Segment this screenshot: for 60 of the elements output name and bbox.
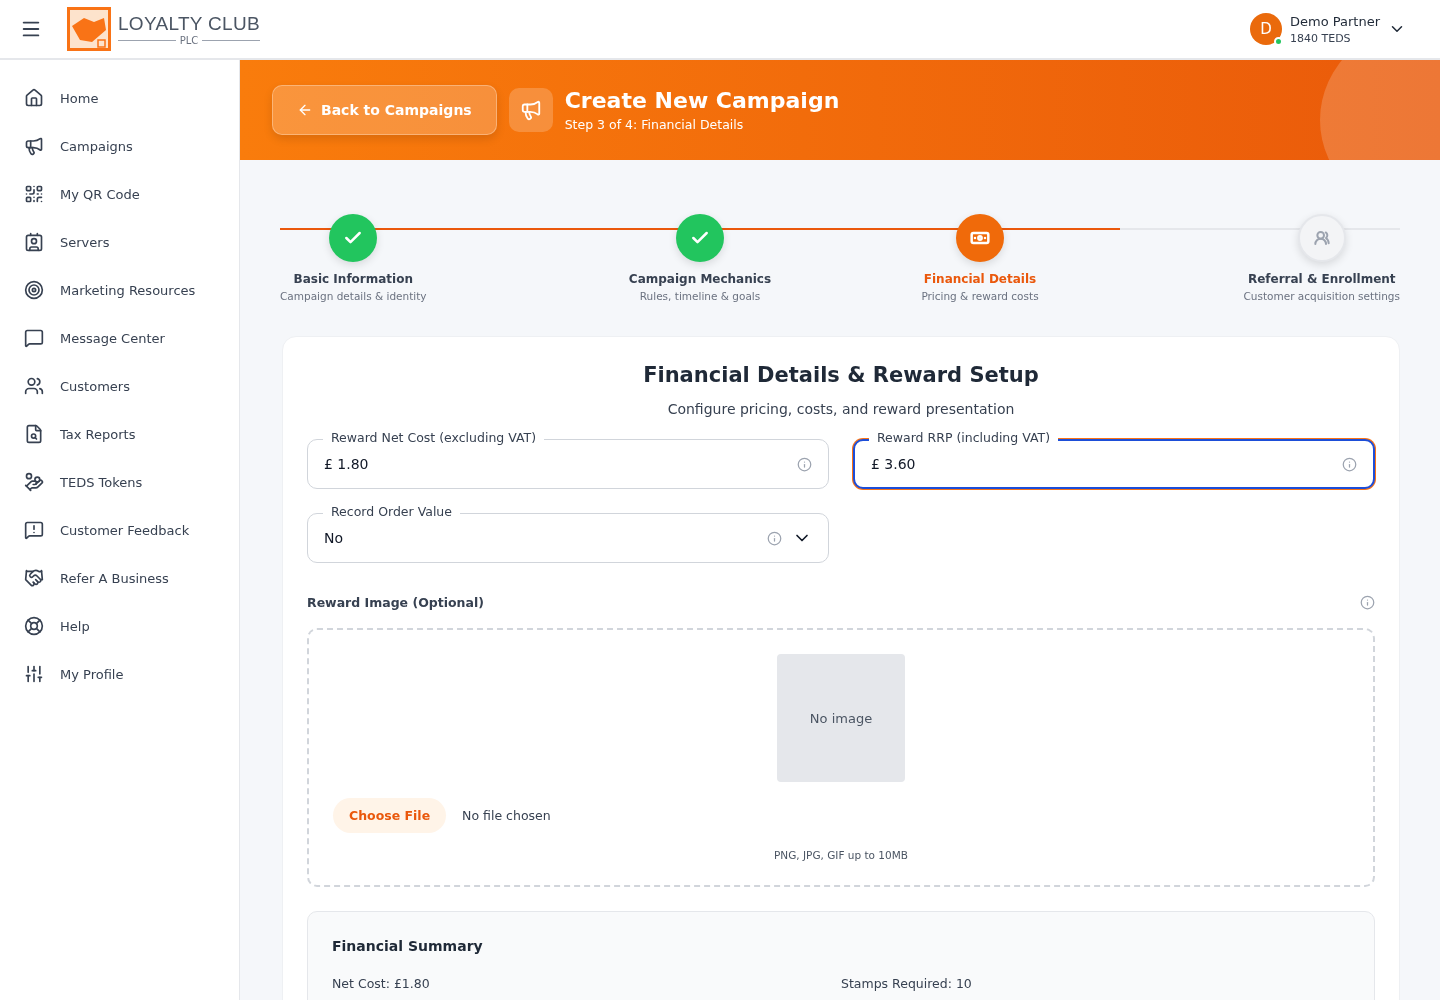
info-icon[interactable] — [797, 456, 812, 472]
sidebar-item[interactable]: Customers — [0, 362, 239, 410]
sidebar-item[interactable]: Customer Feedback — [0, 506, 239, 554]
image-label: Reward Image (Optional) — [307, 595, 484, 610]
upload-hint: PNG, JPG, GIF up to 10MB — [774, 849, 908, 861]
sidebar-item[interactable]: Campaigns — [0, 122, 239, 170]
megaphone-icon — [24, 136, 44, 156]
brand-name: LOYALTY CLUB — [118, 12, 260, 35]
file-status: No file chosen — [462, 808, 551, 823]
info-icon[interactable] — [767, 530, 782, 546]
form-title: Financial Details & Reward Setup — [642, 363, 1040, 387]
brand-subtitle: PLC — [179, 34, 199, 46]
megaphone-icon — [508, 88, 553, 132]
target-icon — [24, 280, 44, 300]
handshake-logo-icon — [66, 6, 112, 52]
sliders-icon — [24, 664, 44, 684]
field-label: Record Order Value — [323, 504, 460, 519]
image-placeholder: No image — [777, 654, 905, 782]
step-subtitle: Customer acquisition settings — [1243, 290, 1400, 302]
feedback-icon — [24, 520, 44, 540]
summary-item: Stamps Required: 10 — [841, 976, 973, 991]
qr-code-icon — [24, 184, 44, 204]
arrow-left-icon — [297, 102, 313, 118]
summary-title: Financial Summary — [332, 938, 484, 954]
sidebar-item[interactable]: Home — [0, 74, 239, 122]
upload-area[interactable]: No image Choose File No file chosen PNG, JPG, GIF up to 10MB — [307, 628, 1375, 887]
users-icon — [24, 376, 44, 396]
sidebar-item[interactable]: My Profile — [0, 650, 239, 698]
info-icon[interactable] — [1360, 595, 1375, 610]
sidebar-item[interactable]: Message Center — [0, 314, 239, 362]
step-title: Financial Details — [923, 272, 1037, 286]
sidebar-item[interactable]: Tax Reports — [0, 410, 239, 458]
user-balance: 1840 TEDS — [1290, 31, 1352, 45]
sidebar-item[interactable]: Help — [0, 602, 239, 650]
sidebar-item[interactable]: TEDS Tokens — [0, 458, 239, 506]
help-icon — [24, 616, 44, 636]
step-subtitle: Rules, timeline & goals — [639, 290, 761, 302]
sidebar-item[interactable]: Marketing Resources — [0, 266, 239, 314]
step-title: Basic Information — [293, 272, 413, 286]
hand-coins-icon — [24, 472, 44, 492]
step-title: Campaign Mechanics — [628, 272, 772, 286]
page-subtitle: Step 3 of 4: Financial Details — [564, 117, 745, 132]
house-icon — [24, 88, 44, 108]
summary-item: Net Cost: £1.80 — [332, 976, 431, 991]
sidebar-item[interactable]: My QR Code — [0, 170, 239, 218]
document-search-icon — [24, 424, 44, 444]
step-subtitle: Pricing & reward costs — [921, 290, 1039, 302]
field-label: Reward RRP (including VAT) — [869, 430, 1059, 445]
sidebar-item[interactable]: Refer A Business — [0, 554, 239, 602]
step-title: Referral & Enrollment — [1247, 272, 1396, 286]
field-label: Reward Net Cost (excluding VAT) — [323, 430, 545, 445]
contact-card-icon — [24, 232, 44, 252]
user-name: Demo Partner — [1290, 13, 1380, 29]
message-icon — [24, 328, 44, 348]
step-subtitle: Campaign details & identity — [280, 290, 427, 302]
page-title: Create New Campaign — [564, 88, 840, 113]
info-icon[interactable] — [1342, 456, 1357, 472]
sidebar-item[interactable]: Servers — [0, 218, 239, 266]
handshake-icon — [24, 568, 44, 588]
form-subtitle: Configure pricing, costs, and reward presentation — [666, 401, 1016, 417]
